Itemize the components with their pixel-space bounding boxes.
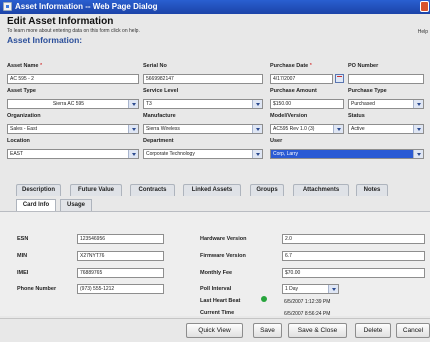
chevron-down-icon[interactable] bbox=[252, 100, 262, 108]
esn-input[interactable]: 123546956 bbox=[77, 234, 164, 244]
status-select[interactable]: Active bbox=[348, 124, 424, 134]
chevron-down-icon[interactable] bbox=[128, 125, 138, 133]
user-value: Corp, Larry bbox=[273, 151, 299, 157]
location-value: EAST bbox=[10, 151, 24, 157]
last-heart-beat-value: 6/5/2007 1:12:39 PM bbox=[284, 299, 331, 305]
manufacturer-label: Manufacture bbox=[143, 113, 176, 119]
chevron-down-icon[interactable] bbox=[413, 125, 423, 133]
service-level-value: T3 bbox=[146, 101, 152, 107]
close-window-icon[interactable] bbox=[420, 1, 429, 12]
purchase-type-label: Purchase Type bbox=[348, 88, 387, 94]
status-label: Status bbox=[348, 113, 365, 119]
phone-number-label: Phone Number bbox=[17, 286, 57, 292]
asset-name-label: Asset Name * bbox=[7, 63, 43, 69]
model-version-value: AC595 Rev 1.0 (3) bbox=[273, 126, 315, 132]
quick-view-button[interactable]: Quick View bbox=[186, 323, 243, 338]
page-subtitle: To learn more about entering data on thi… bbox=[7, 28, 140, 34]
phone-number-input[interactable]: (973) 555-1212 bbox=[77, 284, 164, 294]
monthly-fee-input[interactable]: $70.00 bbox=[282, 268, 425, 278]
last-heart-beat-label: Last Heart Beat bbox=[200, 298, 241, 304]
manufacturer-value: Sierra Wireless bbox=[146, 126, 180, 132]
po-number-input[interactable] bbox=[348, 74, 424, 84]
model-version-label: Model/Version bbox=[270, 113, 308, 119]
department-select[interactable]: Corporate Technology bbox=[143, 149, 263, 159]
poll-interval-label: Poll Interval bbox=[200, 286, 232, 292]
tab-groups[interactable]: Groups bbox=[250, 184, 284, 196]
chevron-down-icon[interactable] bbox=[128, 150, 138, 158]
chevron-down-icon[interactable] bbox=[413, 150, 423, 158]
tab-description[interactable]: Description bbox=[16, 184, 61, 196]
subtab-card-info[interactable]: Card Info bbox=[16, 199, 56, 211]
page-title: Edit Asset Information bbox=[7, 16, 114, 27]
chevron-down-icon[interactable] bbox=[252, 125, 262, 133]
help-link[interactable]: Help bbox=[418, 29, 428, 35]
hardware-version-label: Hardware Version bbox=[200, 236, 247, 242]
tab-linked-assets[interactable]: Linked Assets bbox=[183, 184, 241, 196]
service-level-label: Service Level bbox=[143, 88, 179, 94]
po-number-label: PO Number bbox=[348, 63, 379, 69]
tab-future-value[interactable]: Future Value bbox=[70, 184, 122, 196]
purchase-type-value: Purchased bbox=[351, 101, 375, 107]
organization-label: Organization bbox=[7, 113, 41, 119]
min-label: MIN bbox=[17, 253, 28, 259]
footer-divider bbox=[0, 318, 430, 319]
purchase-amount-label: Purchase Amount bbox=[270, 88, 317, 94]
imei-label: IMEI bbox=[17, 270, 29, 276]
asset-type-label: Asset Type bbox=[7, 88, 36, 94]
location-label: Location bbox=[7, 138, 30, 144]
model-version-select[interactable]: AC595 Rev 1.0 (3) bbox=[270, 124, 344, 134]
save-and-close-button[interactable]: Save & Close bbox=[288, 323, 347, 338]
department-value: Corporate Technology bbox=[146, 151, 195, 157]
firmware-version-input[interactable]: 6.7 bbox=[282, 251, 425, 261]
chevron-down-icon[interactable] bbox=[328, 285, 338, 293]
heartbeat-status-icon bbox=[261, 296, 267, 302]
organization-select[interactable]: Sales - East bbox=[7, 124, 139, 134]
purchase-amount-input[interactable]: $150.00 bbox=[270, 99, 344, 109]
chevron-down-icon[interactable] bbox=[128, 100, 138, 108]
imei-input[interactable]: 76889765 bbox=[77, 268, 164, 278]
poll-interval-value: 1 Day bbox=[285, 286, 299, 292]
user-label: User bbox=[270, 138, 283, 144]
subtab-usage[interactable]: Usage bbox=[60, 199, 92, 211]
delete-button[interactable]: Delete bbox=[355, 323, 391, 338]
firmware-version-label: Firmware Version bbox=[200, 253, 246, 259]
esn-label: ESN bbox=[17, 236, 29, 242]
tab-contracts[interactable]: Contracts bbox=[130, 184, 175, 196]
tab-attachments[interactable]: Attachments bbox=[293, 184, 349, 196]
chevron-down-icon[interactable] bbox=[413, 100, 423, 108]
user-select[interactable]: Corp, Larry bbox=[270, 149, 424, 159]
chevron-down-icon[interactable] bbox=[333, 125, 343, 133]
dialog-title-bar[interactable]: Asset Information -- Web Page Dialog bbox=[0, 0, 430, 14]
purchase-date-label: Purchase Date * bbox=[270, 63, 312, 69]
purchase-date-input[interactable]: 4/17/2007 bbox=[270, 74, 333, 84]
min-input[interactable]: X27NYT76 bbox=[77, 251, 164, 261]
asset-type-select[interactable]: Sierra AC 595 bbox=[7, 99, 139, 109]
tab-notes[interactable]: Notes bbox=[356, 184, 388, 196]
purchase-type-select[interactable]: Purchased bbox=[348, 99, 424, 109]
poll-interval-select[interactable]: 1 Day bbox=[282, 284, 339, 294]
status-value: Active bbox=[351, 126, 365, 132]
current-time-value: 6/5/2007 8:56:24 PM bbox=[284, 311, 331, 317]
department-label: Department bbox=[143, 138, 174, 144]
asset-type-value: Sierra AC 595 bbox=[52, 101, 85, 107]
cancel-button[interactable]: Cancel bbox=[396, 323, 430, 338]
manufacturer-select[interactable]: Sierra Wireless bbox=[143, 124, 263, 134]
hardware-version-input[interactable]: 2.0 bbox=[282, 234, 425, 244]
serial-no-label: Serial No bbox=[143, 63, 167, 69]
section-title: Asset Information: bbox=[7, 35, 83, 45]
current-time-label: Current Time bbox=[200, 310, 235, 316]
dialog-title: Asset Information -- Web Page Dialog bbox=[15, 2, 158, 11]
organization-value: Sales - East bbox=[10, 126, 37, 132]
save-button[interactable]: Save bbox=[253, 323, 282, 338]
dialog-window-icon bbox=[3, 2, 12, 11]
monthly-fee-label: Monthly Fee bbox=[200, 270, 233, 276]
service-level-select[interactable]: T3 bbox=[143, 99, 263, 109]
asset-name-input[interactable]: AC 595 - 2 bbox=[7, 74, 139, 84]
calendar-icon[interactable] bbox=[335, 74, 344, 83]
serial-no-input[interactable]: 5669982147 bbox=[143, 74, 263, 84]
location-select[interactable]: EAST bbox=[7, 149, 139, 159]
chevron-down-icon[interactable] bbox=[252, 150, 262, 158]
